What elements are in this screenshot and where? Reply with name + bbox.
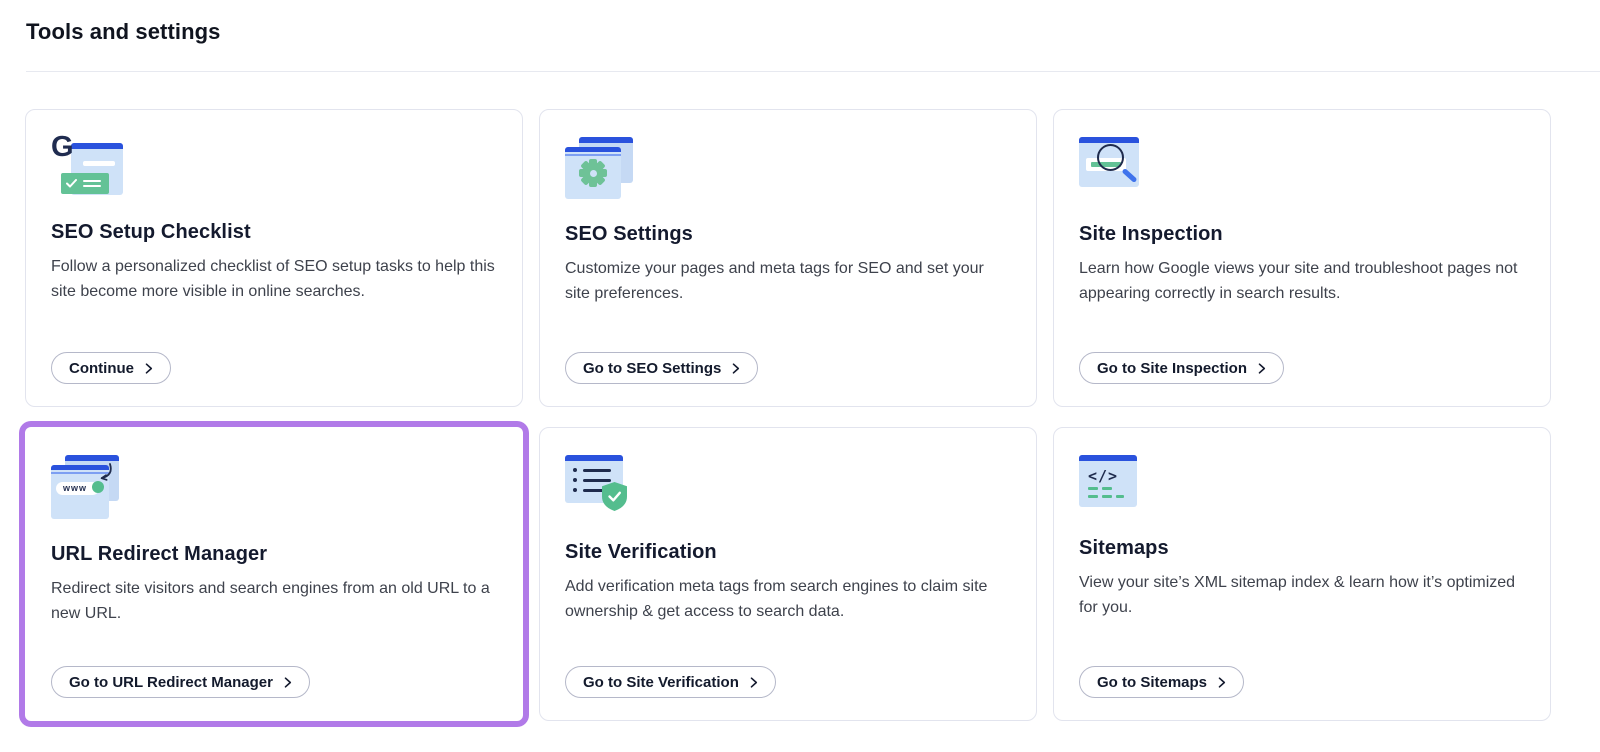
- card-title: Site Inspection: [1079, 223, 1223, 246]
- redirect-arrow: [97, 463, 115, 483]
- go-to-sitemaps-button[interactable]: Go to Sitemaps: [1079, 666, 1244, 698]
- card-sitemaps: </> Sitemaps View your site’s XML sitema…: [1053, 427, 1551, 721]
- card-description: Learn how Google views your site and tro…: [1079, 256, 1526, 306]
- header-divider: [26, 71, 1600, 72]
- card-title: Sitemaps: [1079, 537, 1169, 560]
- card-description: Follow a personalized checklist of SEO s…: [51, 254, 498, 304]
- checkmark-glyph: [66, 179, 77, 188]
- go-to-seo-settings-button[interactable]: Go to SEO Settings: [565, 352, 758, 384]
- chevron-right-icon: [750, 677, 758, 688]
- continue-button[interactable]: Continue: [51, 352, 171, 384]
- code-glyph: </>: [1088, 467, 1118, 485]
- go-to-site-inspection-button[interactable]: Go to Site Inspection: [1079, 352, 1284, 384]
- card-seo-settings: SEO Settings Customize your pages and me…: [539, 109, 1037, 407]
- chevron-right-icon: [1258, 363, 1266, 374]
- card-description: Redirect site visitors and search engine…: [51, 576, 498, 626]
- chevron-right-icon: [145, 363, 153, 374]
- tools-card-grid: G SEO Setup Checklist Follow a personali…: [25, 109, 1600, 721]
- card-title: SEO Settings: [565, 223, 693, 246]
- www-redirect-icon: www: [51, 455, 123, 519]
- chevron-right-icon: [732, 363, 740, 374]
- magnifier-window-icon: [1079, 137, 1151, 199]
- chevron-right-icon: [1218, 677, 1226, 688]
- card-description: View your site’s XML sitemap index & lea…: [1079, 570, 1526, 620]
- google-g-letter: G: [51, 133, 74, 162]
- checklist-shield-icon: [565, 455, 635, 517]
- card-seo-setup-checklist: G SEO Setup Checklist Follow a personali…: [25, 109, 523, 407]
- page-title: Tools and settings: [26, 19, 1600, 45]
- card-site-verification: Site Verification Add verification meta …: [539, 427, 1037, 721]
- go-to-site-verification-button[interactable]: Go to Site Verification: [565, 666, 776, 698]
- card-description: Add verification meta tags from search e…: [565, 574, 1012, 624]
- card-title: URL Redirect Manager: [51, 543, 267, 566]
- card-title: SEO Setup Checklist: [51, 221, 251, 244]
- gear-window-icon: [565, 137, 635, 199]
- go-to-url-redirect-manager-button[interactable]: Go to URL Redirect Manager: [51, 666, 310, 698]
- card-title: Site Verification: [565, 541, 717, 564]
- page-header: Tools and settings: [0, 0, 1600, 73]
- magnifier-ring: [1097, 144, 1124, 171]
- card-url-redirect-manager: www URL Redirect Manager Redirect site v…: [25, 427, 523, 721]
- card-description: Customize your pages and meta tags for S…: [565, 256, 1012, 306]
- gear-glyph: [579, 159, 607, 187]
- chevron-right-icon: [284, 677, 292, 688]
- google-checklist-icon: G: [51, 137, 123, 197]
- shield-check-glyph: [601, 481, 628, 512]
- card-site-inspection: Site Inspection Learn how Google views y…: [1053, 109, 1551, 407]
- code-window-icon: </>: [1079, 455, 1145, 513]
